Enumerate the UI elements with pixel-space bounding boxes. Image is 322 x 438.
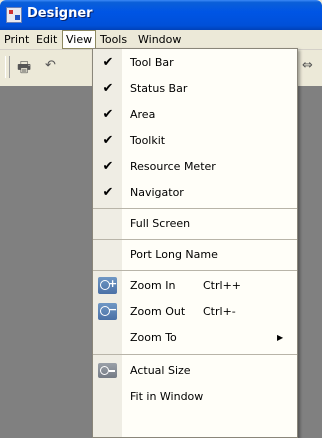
zoom-out-icon: − (98, 303, 117, 320)
menu-item-actual-size[interactable]: Actual Size (93, 358, 297, 384)
menu-item-full-screen[interactable]: Full Screen (93, 211, 297, 237)
menu-item-zoom-to[interactable]: Zoom To ▶ (93, 325, 297, 351)
menu-item-label: Zoom To (130, 331, 177, 344)
menu-item-tool-bar[interactable]: ✔ Tool Bar (93, 50, 297, 76)
menu-item-label: Tool Bar (130, 56, 174, 69)
menu-item-label: Area (130, 108, 156, 121)
menu-item-label: Zoom In (130, 279, 176, 292)
check-icon: ✔ (102, 107, 114, 122)
menu-item-navigator[interactable]: ✔ Navigator (93, 180, 297, 206)
menu-item-label: Status Bar (130, 82, 188, 95)
menu-tools[interactable]: Tools (97, 30, 130, 49)
view-menu-dropdown: ✔ Tool Bar ✔ Status Bar ✔ Area ✔ Toolkit… (92, 48, 298, 438)
menu-item-fit-in-window[interactable]: Fit in Window (93, 384, 297, 410)
toolbar-grip-icon[interactable] (5, 56, 10, 78)
app-icon (6, 7, 22, 23)
menu-window[interactable]: Window (135, 30, 184, 49)
menu-view[interactable]: View (62, 30, 97, 49)
actual-size-icon (98, 363, 117, 378)
check-icon: ✔ (102, 81, 114, 96)
menu-item-resource-meter[interactable]: ✔ Resource Meter (93, 154, 297, 180)
menu-separator (93, 239, 297, 240)
menu-item-toolkit[interactable]: ✔ Toolkit (93, 128, 297, 154)
undo-icon[interactable]: ↶ (45, 58, 56, 73)
check-icon: ✔ (102, 133, 114, 148)
check-icon: ✔ (102, 55, 114, 70)
menu-item-port-long-name[interactable]: Port Long Name (93, 242, 297, 268)
menu-item-label: Port Long Name (130, 248, 218, 261)
menu-bar: Print Edit View Tools Window (0, 30, 322, 50)
check-icon: ✔ (102, 159, 114, 174)
menu-item-status-bar[interactable]: ✔ Status Bar (93, 76, 297, 102)
menu-item-label: Full Screen (130, 217, 191, 230)
window-title: Designer (27, 6, 93, 21)
zoom-in-icon: + (98, 277, 117, 294)
menu-item-label: Zoom Out (130, 305, 186, 318)
tool-icon[interactable]: ⇔ (302, 58, 313, 73)
menu-item-label: Resource Meter (130, 160, 216, 173)
title-bar[interactable]: Designer (0, 0, 322, 30)
menu-edit[interactable]: Edit (33, 30, 60, 49)
menu-item-zoom-out[interactable]: − Zoom Out Ctrl+- (93, 299, 297, 325)
check-icon: ✔ (102, 185, 114, 200)
menu-item-label: Navigator (130, 186, 184, 199)
menu-item-label: Toolkit (130, 134, 166, 147)
menu-separator (93, 354, 297, 355)
menu-separator (93, 270, 297, 271)
menu-item-area[interactable]: ✔ Area (93, 102, 297, 128)
menu-item-zoom-in[interactable]: + Zoom In Ctrl++ (93, 273, 297, 299)
menu-separator (93, 208, 297, 209)
menu-print[interactable]: Print (1, 30, 32, 49)
menu-item-label: Fit in Window (130, 390, 204, 403)
print-icon[interactable]: 🖶 (17, 57, 31, 82)
menu-item-label: Actual Size (130, 364, 191, 377)
menu-shortcut: Ctrl++ (203, 279, 242, 292)
submenu-arrow-icon: ▶ (277, 333, 284, 342)
menu-shortcut: Ctrl+- (203, 305, 236, 318)
